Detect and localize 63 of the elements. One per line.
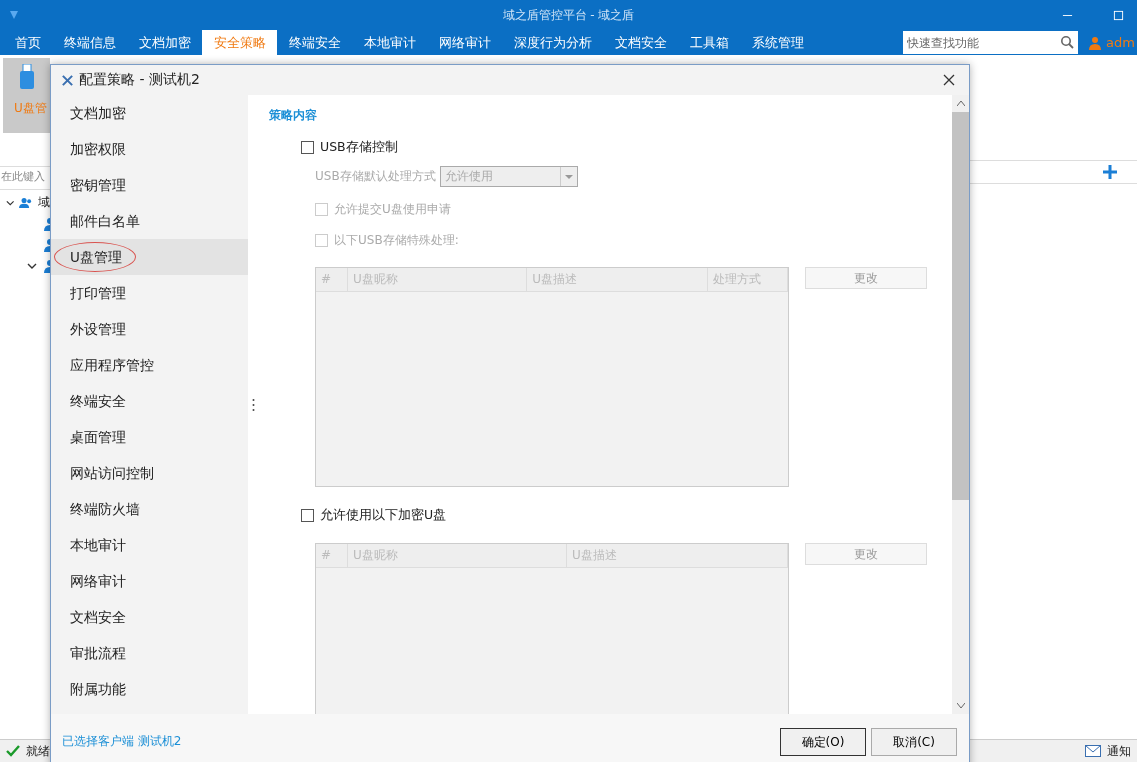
menu-tab[interactable]: 首页 bbox=[3, 30, 52, 55]
search-field[interactable]: 快速查找功能 bbox=[903, 31, 1079, 54]
nav-item[interactable]: 应用程序管控 bbox=[51, 347, 248, 383]
nav-item[interactable]: 网站访问控制 bbox=[51, 455, 248, 491]
chevron-icon[interactable] bbox=[27, 262, 37, 269]
nav-item[interactable]: 文档加密 bbox=[51, 95, 248, 131]
nav-item[interactable]: 审批流程 bbox=[51, 635, 248, 671]
nav-item[interactable]: 文档安全 bbox=[51, 599, 248, 635]
checkbox-label[interactable]: USB存储控制 bbox=[320, 139, 398, 156]
app-logo-icon bbox=[8, 9, 20, 21]
search-icon[interactable] bbox=[1060, 35, 1075, 49]
nav-item[interactable]: 附属功能 bbox=[51, 671, 248, 707]
menu-tab[interactable]: 文档安全 bbox=[603, 30, 678, 55]
user-icon bbox=[42, 237, 50, 252]
dialog-title: 配置策略 - 测试机2 bbox=[79, 71, 200, 89]
window-title: 域之盾管控平台 - 域之盾 bbox=[502, 6, 635, 24]
nav-item[interactable]: 加密权限 bbox=[51, 131, 248, 167]
dialog-button[interactable]: 取消(C) bbox=[871, 728, 957, 756]
nav-item[interactable]: 打印管理 bbox=[51, 275, 248, 311]
group-icon bbox=[19, 195, 33, 210]
tree-item[interactable]: 域 bbox=[38, 194, 50, 211]
nav-item[interactable]: 网络审计 bbox=[51, 563, 248, 599]
checkbox-label[interactable]: 允许使用以下加密U盘 bbox=[320, 507, 447, 524]
section-title: 策略内容 bbox=[269, 107, 318, 124]
chevron-icon[interactable] bbox=[6, 199, 15, 206]
scroll-up-icon[interactable] bbox=[956, 101, 965, 106]
add-icon[interactable] bbox=[1102, 164, 1118, 180]
column-header: # bbox=[316, 268, 348, 291]
scroll-down-icon[interactable] bbox=[956, 703, 965, 708]
menu-tab[interactable]: 工具箱 bbox=[678, 30, 740, 55]
menu-tab[interactable]: 终端安全 bbox=[277, 30, 352, 55]
user-icon bbox=[42, 216, 50, 231]
maximize-icon[interactable] bbox=[1113, 9, 1124, 21]
scrollbar[interactable] bbox=[952, 95, 969, 714]
menu-tab[interactable]: 文档加密 bbox=[127, 30, 202, 55]
menu-tab[interactable]: 终端信息 bbox=[52, 30, 127, 55]
mail-icon[interactable] bbox=[1085, 745, 1101, 757]
nav-item[interactable]: 邮件白名单 bbox=[51, 203, 248, 239]
usb-drive-icon bbox=[18, 64, 35, 90]
user-icon bbox=[42, 258, 50, 273]
menu-tab[interactable]: 网络审计 bbox=[427, 30, 502, 55]
dialog-button[interactable]: 确定(O) bbox=[780, 728, 866, 756]
nav-item[interactable]: 终端安全 bbox=[51, 383, 248, 419]
column-header: # bbox=[316, 544, 348, 567]
selected-client-text: 已选择客户端 测试机2 bbox=[62, 733, 182, 750]
nav-item[interactable]: 外设管理 bbox=[51, 311, 248, 347]
nav-item[interactable]: 密钥管理 bbox=[51, 167, 248, 203]
nav-item[interactable]: 本地审计 bbox=[51, 527, 248, 563]
notice-link[interactable]: 通知 bbox=[1107, 742, 1131, 760]
menu-tab[interactable]: 深度行为分析 bbox=[502, 30, 603, 55]
nav-item[interactable]: 桌面管理 bbox=[51, 419, 248, 455]
menu-tab[interactable]: 本地审计 bbox=[352, 30, 427, 55]
nav-item[interactable]: 终端防火墙 bbox=[51, 491, 248, 527]
nav-item[interactable]: U盘管理 bbox=[51, 239, 248, 275]
splitter-handle-icon[interactable] bbox=[251, 397, 255, 412]
status-text: 就绪 bbox=[26, 742, 50, 760]
menu-tab[interactable]: 系统管理 bbox=[740, 30, 815, 55]
check-icon bbox=[6, 745, 20, 757]
close-icon[interactable] bbox=[943, 74, 955, 86]
checkbox[interactable] bbox=[301, 141, 314, 154]
checkbox[interactable] bbox=[301, 509, 314, 522]
field-label: USB存储默认处理方式 bbox=[315, 168, 436, 185]
caret-icon bbox=[564, 174, 573, 179]
